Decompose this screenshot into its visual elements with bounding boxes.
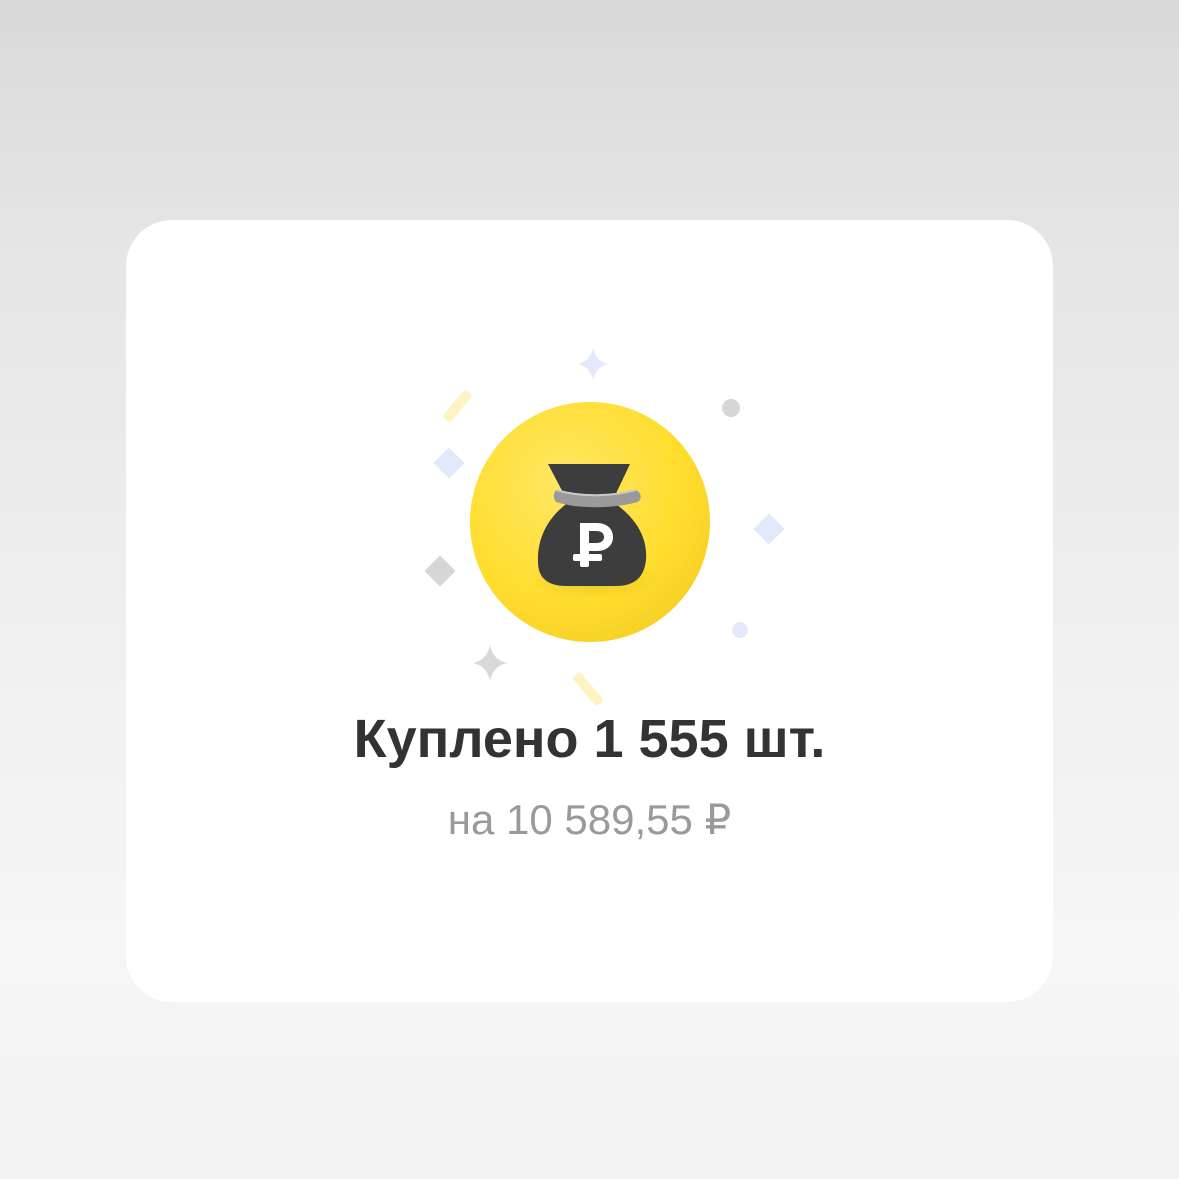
confetti-dot [732, 622, 748, 638]
confetti-diamond [753, 513, 785, 545]
sparkle-icon [473, 645, 507, 681]
purchase-amount: на 10 589,55 ₽ [447, 796, 732, 843]
purchase-title: Куплено 1 555 шт. [353, 709, 826, 769]
confetti-stripe [573, 672, 603, 706]
sparkle-icon [578, 348, 608, 380]
confetti-stripe [443, 390, 472, 422]
purchase-result-card: Куплено 1 555 шт. на 10 589,55 ₽ [126, 220, 1053, 1002]
confetti-diamond [433, 447, 465, 479]
money-bag-ruble-icon [470, 402, 710, 642]
confetti-diamond [424, 555, 456, 587]
confetti-dot [722, 399, 740, 417]
